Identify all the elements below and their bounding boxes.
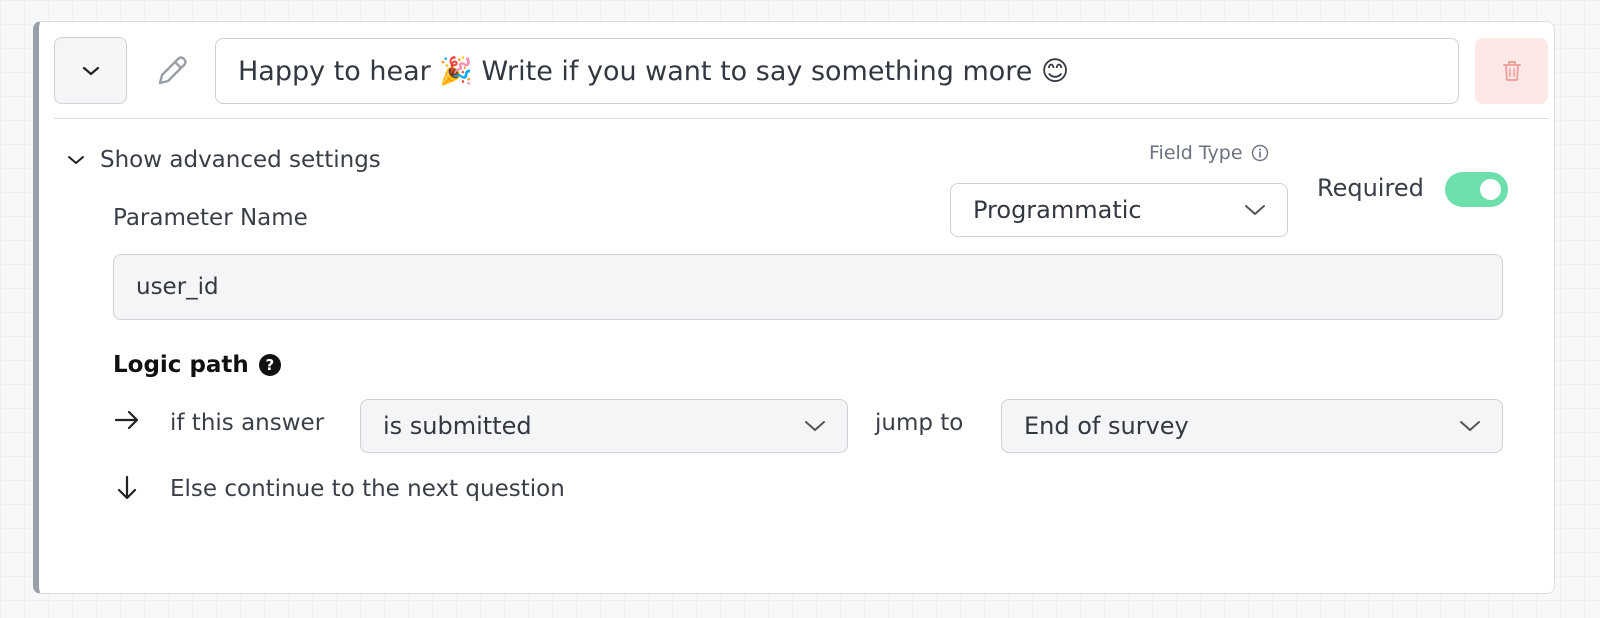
show-advanced-settings-toggle[interactable]: Show advanced settings xyxy=(66,143,381,177)
arrow-right-icon xyxy=(113,408,141,439)
arrow-down-icon xyxy=(115,474,139,509)
advanced-settings-label: Show advanced settings xyxy=(100,147,381,173)
logic-target-select[interactable]: End of survey xyxy=(1001,399,1503,453)
if-this-answer-label: if this answer xyxy=(170,410,325,436)
logic-condition-value: is submitted xyxy=(383,412,532,440)
divider xyxy=(54,118,1548,119)
logic-path-title: Logic path xyxy=(113,352,249,378)
logic-condition-select[interactable]: is submitted xyxy=(360,399,848,453)
trash-icon xyxy=(1502,61,1521,81)
question-card: Happy to hear 🎉 Write if you want to say… xyxy=(33,21,1555,594)
logic-target-value: End of survey xyxy=(1024,412,1189,440)
field-type-value: Programmatic xyxy=(973,196,1142,224)
pencil-icon[interactable] xyxy=(153,52,191,90)
chevron-down-icon xyxy=(1245,205,1265,215)
chevron-down-icon xyxy=(68,156,84,164)
else-continue-label: Else continue to the next question xyxy=(170,476,565,502)
info-icon xyxy=(1251,144,1268,162)
delete-question-button[interactable] xyxy=(1475,38,1548,104)
jump-to-label: jump to xyxy=(875,410,964,436)
required-label: Required xyxy=(1317,174,1424,202)
field-type-label: Field Type xyxy=(1149,142,1269,164)
collapse-question-button[interactable] xyxy=(54,37,127,104)
parameter-name-label: Parameter Name xyxy=(113,205,308,231)
question-headline-input[interactable]: Happy to hear 🎉 Write if you want to say… xyxy=(215,38,1459,104)
logic-path-heading: Logic path ? xyxy=(113,352,281,378)
field-type-text: Field Type xyxy=(1149,142,1243,164)
chevron-down-icon xyxy=(1460,421,1480,431)
parameter-name-input[interactable]: user_id xyxy=(113,254,1503,320)
required-toggle[interactable] xyxy=(1445,172,1508,207)
chevron-down-icon xyxy=(82,66,99,75)
field-type-select[interactable]: Programmatic xyxy=(950,183,1288,237)
help-icon[interactable]: ? xyxy=(258,354,281,376)
chevron-down-icon xyxy=(805,421,825,431)
